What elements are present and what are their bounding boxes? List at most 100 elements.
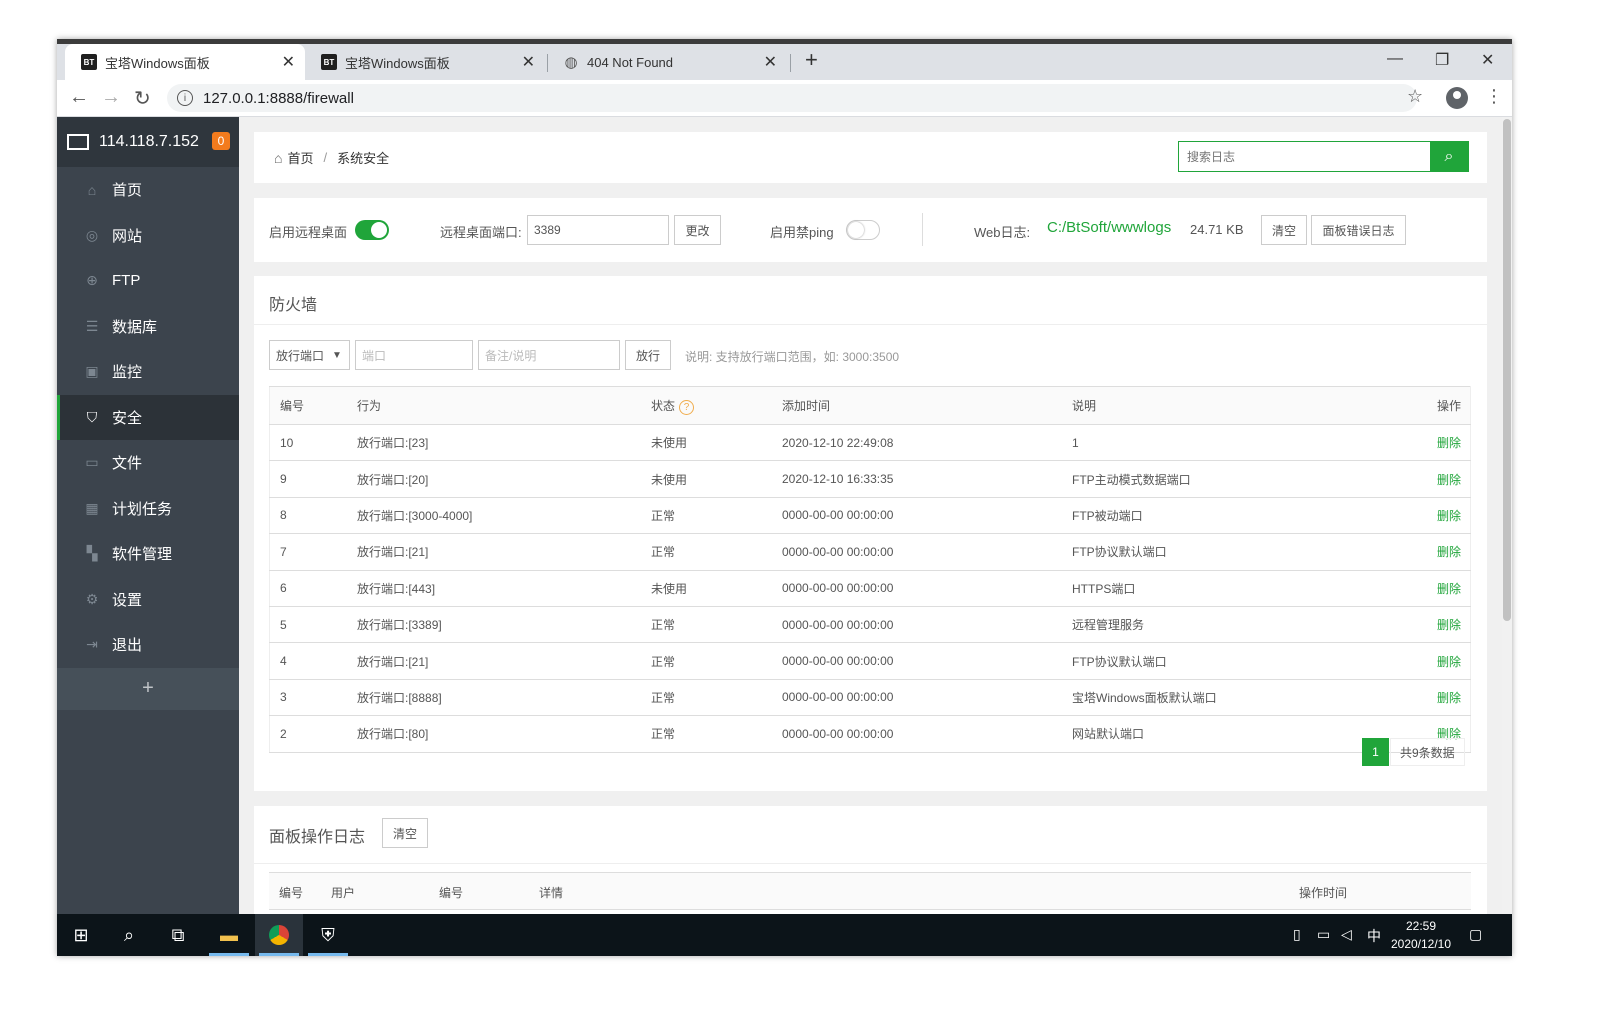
weblog-path-link[interactable]: C:/BtSoft/wwwlogs xyxy=(1047,219,1171,236)
port-input[interactable]: 端口 xyxy=(355,340,473,370)
chrome-icon[interactable] xyxy=(255,914,303,956)
shield-icon: ⛉ xyxy=(86,408,98,425)
remote-port-input[interactable]: 3389 xyxy=(527,215,669,245)
tab-strip: BT 宝塔Windows面板 ✕ BT 宝塔Windows面板 ✕ ◍ 404 … xyxy=(57,44,1512,80)
breadcrumb-home-link[interactable]: 首页 xyxy=(287,148,313,167)
delete-link[interactable]: 删除 xyxy=(1437,582,1461,596)
clear-weblog-button[interactable]: 清空 xyxy=(1261,215,1307,245)
cell-note: FTP协议默认端口 xyxy=(1071,533,1373,571)
col-type: 编号 xyxy=(439,886,464,900)
table-row: 8 放行端口:[3000-4000] 正常 0000-00-00 00:00:00 FT… xyxy=(269,497,1471,535)
sidebar-item-label: 监控 xyxy=(112,364,143,382)
battery-icon[interactable]: ▯ xyxy=(1293,926,1301,943)
remote-desktop-label: 启用远程桌面 xyxy=(269,225,348,240)
globe-favicon-icon: ◍ xyxy=(564,54,578,71)
sidebar-item-label: 网站 xyxy=(112,227,143,245)
network-icon[interactable]: ▭ xyxy=(1317,926,1330,943)
tab-separator xyxy=(790,54,791,72)
restore-icon[interactable]: ❐ xyxy=(1435,50,1449,70)
clear-oplog-button[interactable]: 清空 xyxy=(382,818,428,848)
sidebar-item-software[interactable]: ▚ 软件管理 xyxy=(57,531,239,577)
change-port-button[interactable]: 更改 xyxy=(674,215,721,245)
site-info-icon[interactable]: i xyxy=(177,90,193,106)
cell-status: 未使用 xyxy=(650,570,781,607)
cell-action: 放行端口:[21] xyxy=(356,533,650,571)
search-input[interactable] xyxy=(1179,142,1430,171)
col-id: 编号 xyxy=(269,386,356,425)
delete-link[interactable]: 删除 xyxy=(1437,509,1461,523)
sidebar-item-settings[interactable]: ⚙ 设置 xyxy=(57,577,239,623)
sidebar-item-security[interactable]: ⛉ 安全 xyxy=(57,394,239,440)
tab-bt-panel-1[interactable]: BT 宝塔Windows面板 ✕ xyxy=(65,44,305,80)
sidebar-item-home[interactable]: ⌂ 首页 xyxy=(57,167,239,213)
taskbar-clock[interactable]: 22:59 2020/12/10 xyxy=(1379,917,1463,953)
tab-bt-panel-2[interactable]: BT 宝塔Windows面板 ✕ xyxy=(305,44,545,80)
allow-port-button[interactable]: 放行 xyxy=(625,340,671,370)
reload-icon[interactable]: ↻ xyxy=(134,86,151,111)
sidebar-item-logout[interactable]: ⇥ 退出 xyxy=(57,622,239,668)
sidebar-item-website[interactable]: ◎ 网站 xyxy=(57,213,239,259)
close-window-icon[interactable]: ✕ xyxy=(1481,50,1494,70)
scrollbar-thumb[interactable] xyxy=(1503,119,1511,621)
bookmark-star-icon[interactable]: ☆ xyxy=(1407,86,1423,107)
minimize-icon[interactable]: — xyxy=(1387,50,1403,68)
remark-input[interactable]: 备注/说明 xyxy=(478,340,620,370)
new-tab-icon[interactable]: + xyxy=(805,47,818,73)
server-header: 114.118.7.152 0 xyxy=(57,117,239,167)
breadcrumb-current: 系统安全 xyxy=(337,151,390,166)
volume-muted-icon[interactable]: ◁ xyxy=(1341,926,1352,943)
cell-id: 2 xyxy=(269,715,356,753)
notification-center-icon[interactable]: ▢ xyxy=(1469,926,1482,943)
sidebar-item-label: FTP xyxy=(112,272,141,290)
tab-title: 404 Not Found xyxy=(587,54,674,70)
delete-link[interactable]: 删除 xyxy=(1437,618,1461,632)
delete-link[interactable]: 删除 xyxy=(1437,691,1461,705)
cell-action: 放行端口:[3389] xyxy=(356,606,650,644)
title-divider xyxy=(254,863,1487,864)
tab-404[interactable]: ◍ 404 Not Found ✕ xyxy=(547,44,787,80)
sidebar-item-label: 安全 xyxy=(112,409,143,427)
delete-link[interactable]: 删除 xyxy=(1437,655,1461,669)
main-content: ⌂ 首页 / 系统安全 ⌕ 启用远程桌面 远程桌面端口: 3389 更改 启用禁… xyxy=(239,117,1502,914)
tab-title: 宝塔Windows面板 xyxy=(345,55,450,71)
search-button[interactable]: ⌕ xyxy=(1430,142,1468,171)
search-icon[interactable]: ⌕ xyxy=(105,914,153,956)
back-arrow-icon[interactable]: ← xyxy=(69,86,89,109)
file-explorer-icon[interactable]: ▬ xyxy=(205,914,253,956)
sidebar-item-monitor[interactable]: ▣ 监控 xyxy=(57,349,239,395)
profile-avatar-icon[interactable] xyxy=(1446,87,1468,109)
security-shield-icon[interactable]: ⛨ xyxy=(304,914,352,956)
rule-type-select[interactable]: 放行端口 ▼ xyxy=(269,340,350,370)
sidebar-item-label: 计划任务 xyxy=(112,500,173,518)
delete-link[interactable]: 删除 xyxy=(1437,473,1461,487)
cell-status: 正常 xyxy=(650,533,781,571)
col-status: 状态? xyxy=(650,386,781,425)
address-bar[interactable]: i 127.0.0.1:8888/firewall xyxy=(167,84,1417,112)
delete-link[interactable]: 删除 xyxy=(1437,545,1461,559)
notification-badge[interactable]: 0 xyxy=(212,132,230,150)
pagination-current-page[interactable]: 1 xyxy=(1362,738,1389,766)
search-icon: ⌕ xyxy=(1444,147,1454,165)
disable-ping-toggle[interactable] xyxy=(846,220,880,240)
cell-action: 放行端口:[443] xyxy=(356,570,650,607)
help-icon[interactable]: ? xyxy=(679,399,695,415)
sidebar-item-database[interactable]: ☰ 数据库 xyxy=(57,304,239,350)
sidebar-item-files[interactable]: ▭ 文件 xyxy=(57,440,239,486)
close-tab-icon[interactable]: ✕ xyxy=(522,52,535,72)
close-tab-icon[interactable]: ✕ xyxy=(282,52,295,72)
menu-dots-icon[interactable]: ⋮ xyxy=(1485,86,1503,107)
add-sidebar-item-button[interactable]: + xyxy=(57,667,239,710)
panel-error-log-button[interactable]: 面板错误日志 xyxy=(1311,215,1406,245)
page-scrollbar[interactable] xyxy=(1502,117,1512,914)
delete-link[interactable]: 删除 xyxy=(1437,436,1461,450)
sidebar-item-ftp[interactable]: ⊕ FTP xyxy=(57,258,239,304)
sidebar-item-cron[interactable]: ▦ 计划任务 xyxy=(57,486,239,532)
cell-action: 放行端口:[8888] xyxy=(356,679,650,717)
task-view-icon[interactable]: ⧉ xyxy=(154,914,202,956)
chevron-down-icon: ▼ xyxy=(332,349,342,361)
forward-arrow-icon[interactable]: → xyxy=(101,86,121,109)
remote-desktop-toggle[interactable] xyxy=(355,220,389,240)
windows-start-icon[interactable]: ⊞ xyxy=(57,914,105,956)
firewall-panel: 防火墙 放行端口 ▼ 端口 备注/说明 放行 说明: 支持放行端口范围，如: 30… xyxy=(254,276,1487,791)
close-tab-icon[interactable]: ✕ xyxy=(764,52,777,72)
